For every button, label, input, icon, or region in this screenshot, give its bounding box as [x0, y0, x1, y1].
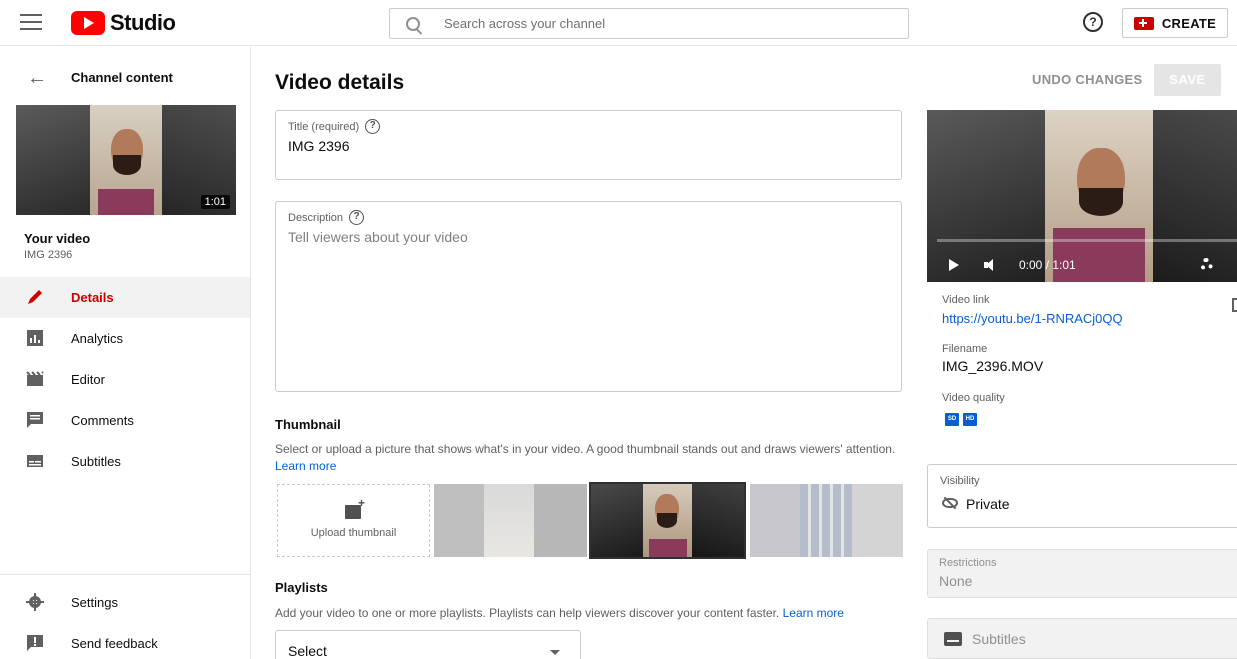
thumbnail-description: Select or upload a picture that shows wh… — [275, 441, 900, 475]
thumbnail-learn-more-link[interactable]: Learn more — [275, 459, 336, 473]
sidebar-item-label: Editor — [71, 372, 105, 387]
playlist-select-value: Select — [288, 643, 327, 659]
thumbnail-option-3[interactable] — [750, 484, 903, 557]
thumbnail-description-text: Select or upload a picture that shows wh… — [275, 442, 896, 456]
sidebar-item-editor[interactable]: Editor — [0, 359, 250, 400]
subtitles-icon — [27, 455, 43, 467]
description-field-label-row: Description ? — [288, 210, 365, 225]
sidebar-bottom-nav: Settings Send feedback — [0, 582, 250, 659]
dropdown-caret-icon — [550, 650, 560, 655]
add-photo-icon — [345, 496, 365, 519]
sidebar-item-subtitles[interactable]: Subtitles — [0, 441, 250, 482]
top-bar: Studio Search across your channel ? CREA… — [0, 0, 1237, 46]
play-icon[interactable] — [949, 259, 959, 271]
subtitles-field[interactable]: Subtitles — [927, 618, 1237, 659]
copy-icon[interactable] — [1232, 298, 1237, 312]
sidebar-item-label: Analytics — [71, 331, 124, 346]
description-field[interactable]: Description ? Tell viewers about your vi… — [275, 201, 902, 392]
search-icon — [406, 16, 420, 31]
sidebar-item-label: Details — [71, 290, 114, 305]
playlists-learn-more-link[interactable]: Learn more — [783, 606, 844, 620]
video-add-icon — [1133, 16, 1154, 30]
sidebar-item-label: Settings — [71, 595, 118, 610]
visibility-label: Visibility — [940, 475, 980, 487]
back-arrow-icon: ← — [27, 67, 47, 89]
thumbnail-heading: Thumbnail — [275, 417, 341, 432]
logo-text: Studio — [110, 10, 176, 35]
title-field-value: IMG 2396 — [288, 138, 350, 154]
playlists-heading: Playlists — [275, 580, 328, 595]
subtitles-icon — [944, 632, 962, 646]
sidebar-item-label: Send feedback — [71, 636, 158, 651]
video-quality-label: Video quality — [942, 392, 1005, 404]
analytics-icon — [27, 330, 43, 346]
sidebar-item-settings[interactable]: Settings — [0, 582, 250, 623]
volume-icon[interactable] — [984, 259, 998, 271]
playlist-select[interactable]: Select — [275, 630, 581, 659]
youtube-play-icon — [71, 11, 105, 35]
studio-logo[interactable]: Studio — [71, 10, 176, 36]
playlists-description-text: Add your video to one or more playlists.… — [275, 606, 780, 620]
sidebar-item-label: Comments — [71, 413, 134, 428]
sidebar-item-analytics[interactable]: Analytics — [0, 318, 250, 359]
restrictions-value: None — [939, 573, 973, 589]
your-video-title: IMG 2396 — [24, 249, 73, 261]
video-player[interactable]: 0:00 / 1:01 — [927, 110, 1237, 282]
gear-icon — [26, 593, 44, 611]
visibility-dropdown[interactable]: Visibility Private — [927, 464, 1237, 528]
help-icon[interactable]: ? — [349, 210, 365, 225]
menu-icon[interactable] — [20, 14, 42, 32]
sidebar-item-send-feedback[interactable]: Send feedback — [0, 623, 250, 659]
visibility-value: Private — [966, 496, 1010, 512]
sidebar-item-comments[interactable]: Comments — [0, 400, 250, 441]
restrictions-field: Restrictions None — [927, 549, 1237, 598]
description-placeholder: Tell viewers about your video — [288, 229, 468, 245]
search-input[interactable]: Search across your channel — [389, 8, 909, 39]
comment-icon — [27, 412, 43, 428]
save-button[interactable]: SAVE — [1154, 64, 1221, 96]
create-button-label: CREATE — [1161, 15, 1217, 31]
help-icon[interactable]: ? — [1083, 12, 1103, 32]
help-icon[interactable]: ? — [365, 119, 381, 134]
thumbnail-option-2[interactable] — [589, 482, 746, 559]
feedback-icon — [27, 635, 43, 651]
eye-off-icon — [942, 498, 958, 508]
video-link[interactable]: https://youtu.be/1-RNRACj0QQ — [942, 311, 1123, 326]
subtitles-label: Subtitles — [972, 631, 1026, 647]
video-thumbnail[interactable]: 1:01 — [16, 105, 236, 215]
sidebar-divider — [0, 574, 250, 575]
title-field[interactable]: Title (required) ? IMG 2396 — [275, 110, 902, 180]
progress-bar[interactable] — [937, 239, 1237, 242]
player-time: 0:00 / 1:01 — [1019, 258, 1076, 272]
duration-badge: 1:01 — [200, 195, 230, 209]
sidebar-item-details[interactable]: Details — [0, 277, 250, 318]
back-to-channel-content[interactable]: ← Channel content — [0, 65, 250, 89]
filename-label: Filename — [942, 343, 988, 355]
sidebar-nav: Details Analytics Editor Comments Subtit… — [0, 277, 250, 482]
restrictions-label: Restrictions — [939, 557, 997, 569]
filename-value: IMG_2396.MOV — [942, 358, 1044, 374]
upload-thumbnail-label: Upload thumbnail — [310, 527, 397, 539]
video-link-label: Video link — [942, 294, 990, 306]
search-placeholder: Search across your channel — [444, 16, 606, 31]
thumbnail-option-1[interactable] — [434, 484, 587, 557]
back-label: Channel content — [71, 70, 173, 85]
sidebar: ← Channel content 1:01 Your video IMG 23… — [0, 47, 251, 659]
your-video-heading: Your video — [24, 231, 91, 246]
sidebar-item-label: Subtitles — [71, 454, 121, 469]
undo-changes-button[interactable]: UNDO CHANGES — [1032, 72, 1143, 87]
player-controls: 0:00 / 1:01 — [927, 246, 1237, 282]
title-field-label-row: Title (required) ? — [288, 119, 381, 134]
title-field-label: Title (required) — [288, 120, 360, 133]
hd-badge: HD — [963, 413, 977, 426]
gear-icon[interactable] — [1200, 258, 1213, 271]
create-button[interactable]: CREATE — [1122, 8, 1228, 38]
page-title: Video details — [275, 71, 405, 94]
playlists-description: Add your video to one or more playlists.… — [275, 605, 915, 622]
sd-badge: SD — [945, 413, 959, 426]
upload-thumbnail-button[interactable]: Upload thumbnail — [277, 484, 430, 557]
clapperboard-icon — [26, 371, 44, 386]
description-field-label: Description — [288, 211, 344, 224]
pencil-icon — [28, 290, 42, 304]
